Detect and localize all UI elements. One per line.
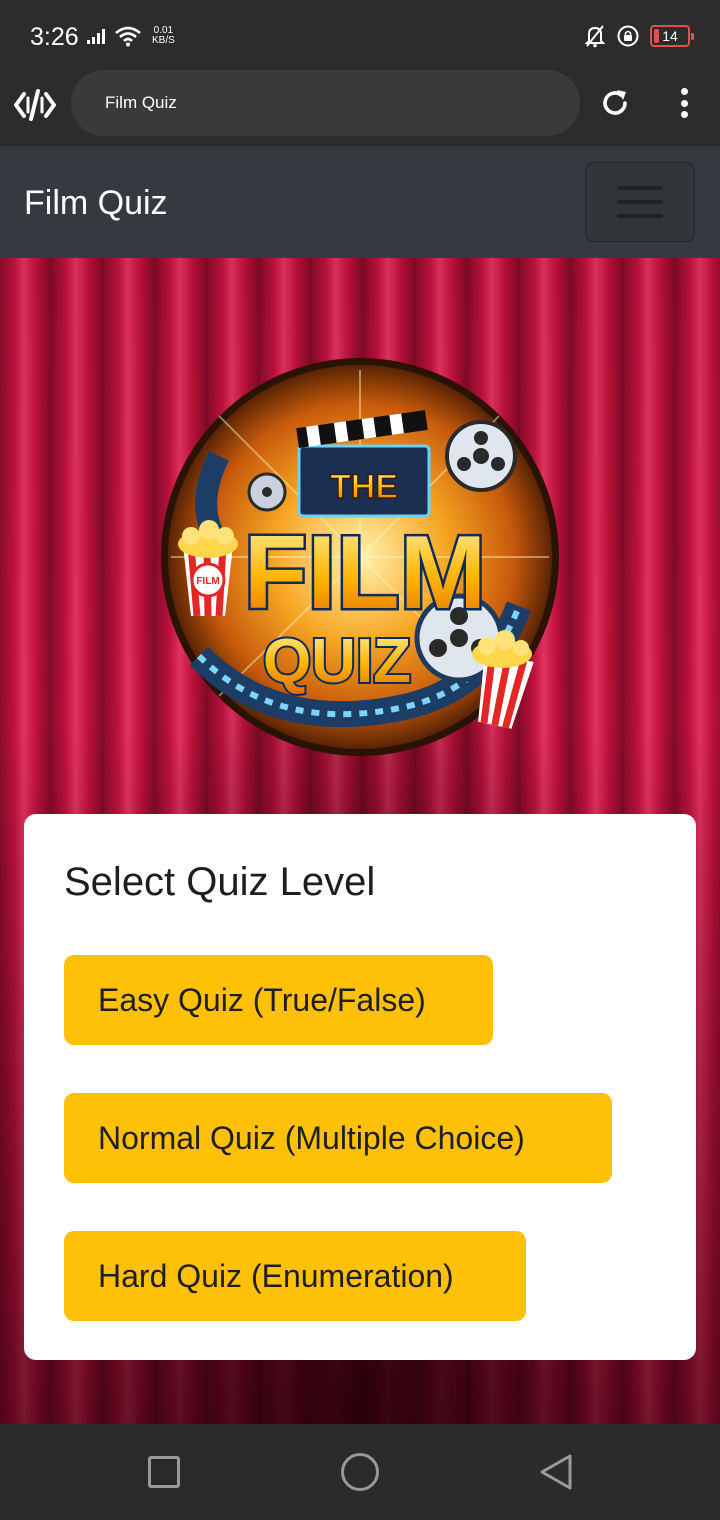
battery-fill xyxy=(654,29,659,43)
recents-square-icon[interactable] xyxy=(148,1456,180,1488)
app-navbar: Film Quiz xyxy=(0,146,720,258)
logo-film-text: FILM xyxy=(244,515,487,631)
status-indicators: 0.01 KB/S xyxy=(86,25,175,47)
curtain-background: THE FILM FILM QUIZ Select Quiz Level Eas… xyxy=(0,258,720,1424)
url-text: Film Quiz xyxy=(105,93,177,112)
navbar-toggler-button[interactable] xyxy=(585,162,695,242)
reload-icon[interactable] xyxy=(598,86,632,120)
battery-indicator: 14 xyxy=(650,25,694,47)
more-vert-icon[interactable] xyxy=(672,86,696,120)
logo-popcorn-text: FILM xyxy=(196,576,219,587)
status-bar: 3:26 0.01 KB/S 14 xyxy=(0,0,720,70)
bell-off-icon xyxy=(584,25,606,48)
network-speed-unit: KB/S xyxy=(152,35,175,46)
easy-quiz-button[interactable]: Easy Quiz (True/False) xyxy=(64,955,493,1045)
normal-quiz-button[interactable]: Normal Quiz (Multiple Choice) xyxy=(64,1093,612,1183)
back-triangle-icon[interactable] xyxy=(538,1452,574,1492)
wifi-icon xyxy=(115,26,141,47)
browser-logo-icon[interactable] xyxy=(14,88,56,122)
vpn-lock-icon xyxy=(617,25,639,47)
signal-icon xyxy=(87,29,105,44)
quiz-level-card: Select Quiz Level Easy Quiz (True/False)… xyxy=(24,814,696,1360)
status-time: 3:26 xyxy=(30,23,79,51)
system-navigation-bar xyxy=(0,1424,720,1520)
status-right-icons: 14 xyxy=(584,24,694,48)
home-circle-icon[interactable] xyxy=(341,1453,379,1491)
battery-level: 14 xyxy=(662,28,678,44)
film-quiz-logo: THE FILM FILM QUIZ xyxy=(161,358,559,756)
url-bar[interactable]: Film Quiz xyxy=(71,70,580,136)
card-title: Select Quiz Level xyxy=(64,860,376,904)
network-speed: 0.01 KB/S xyxy=(152,26,175,46)
navbar-brand[interactable]: Film Quiz xyxy=(24,184,168,223)
hamburger-icon xyxy=(617,186,663,218)
browser-toolbar: Film Quiz xyxy=(0,70,720,146)
logo-quiz-text: QUIZ xyxy=(263,627,411,696)
hard-quiz-button[interactable]: Hard Quiz (Enumeration) xyxy=(64,1231,526,1321)
logo-the-text: THE xyxy=(330,468,398,506)
